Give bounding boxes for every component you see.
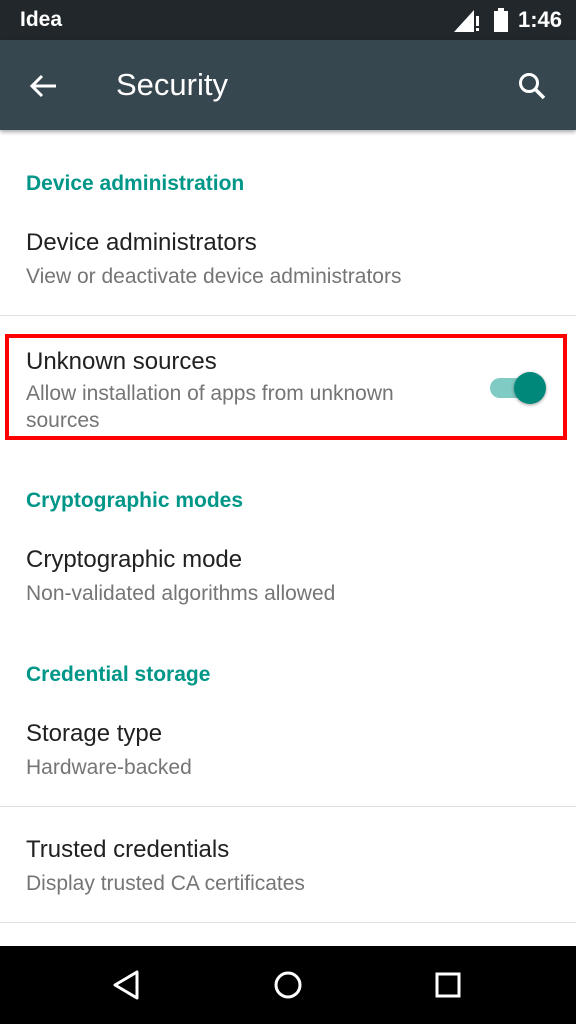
list-item-device-administrators[interactable]: Device administrators View or deactivate… [0,215,576,315]
search-icon[interactable] [510,64,554,108]
status-bar: Idea 1:46 [0,0,576,40]
highlight-box [5,334,567,440]
item-summary: View or deactivate device administrators [26,265,402,288]
divider [0,922,576,923]
section-header-cryptographic-modes: Cryptographic modes [26,489,244,512]
clock: 1:46 [517,7,562,32]
list-item-trusted-credentials[interactable]: Trusted credentials Display trusted CA c… [0,822,576,922]
divider [0,806,576,807]
home-circle-icon[interactable] [268,965,308,1005]
divider [0,315,576,316]
back-triangle-icon[interactable] [107,965,147,1005]
item-summary: Display trusted CA certificates [26,872,305,895]
item-summary: Hardware-backed [26,756,192,779]
carrier-name: Idea [20,8,63,31]
signal-icon [453,10,479,32]
battery-icon [493,8,508,32]
item-title: Device administrators [26,229,257,256]
item-title: Trusted credentials [26,836,230,863]
item-title: Cryptographic mode [26,546,243,573]
section-header-device-administration: Device administration [26,172,245,195]
back-arrow-icon[interactable] [22,64,66,108]
item-title: Storage type [26,720,163,747]
app-bar: Security [0,40,576,130]
list-item-cryptographic-mode[interactable]: Cryptographic mode Non-validated algorit… [0,532,576,632]
section-header-credential-storage: Credential storage [26,663,211,686]
item-summary: Non-validated algorithms allowed [26,582,336,605]
recents-square-icon[interactable] [428,965,468,1005]
page-title: Security [116,67,228,102]
navigation-bar [0,946,576,1024]
list-item-storage-type[interactable]: Storage type Hardware-backed [0,706,576,806]
status-icons: 1:46 [453,6,562,34]
